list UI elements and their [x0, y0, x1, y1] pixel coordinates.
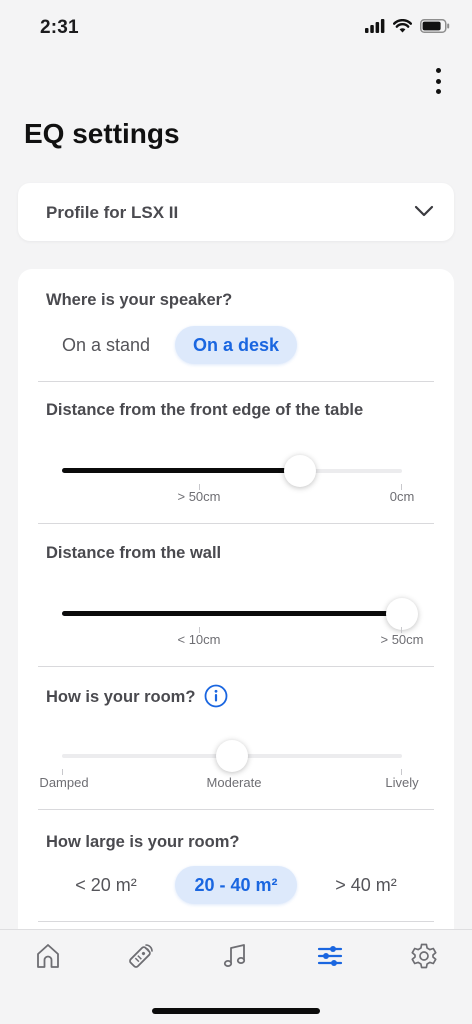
status-icons — [365, 19, 450, 38]
more-dot-icon — [435, 68, 441, 73]
table-distance-slider[interactable] — [62, 454, 402, 488]
table-distance-title: Distance from the front edge of the tabl… — [46, 401, 364, 419]
cellular-signal-icon — [365, 19, 385, 38]
divider — [38, 809, 434, 810]
divider — [38, 523, 434, 524]
room-moderate-label: Moderate — [206, 775, 262, 790]
tab-eq[interactable] — [310, 942, 350, 974]
slider-fill — [62, 611, 402, 616]
speaker-location-question: Where is your speaker? — [46, 291, 233, 309]
info-icon[interactable] — [204, 684, 228, 713]
option-room-large[interactable]: > 40 m² — [316, 866, 416, 904]
status-time: 2:31 — [40, 17, 79, 38]
more-options-button[interactable] — [430, 68, 446, 94]
slider-fill — [62, 468, 300, 473]
slider-thumb[interactable] — [216, 740, 248, 772]
room-size-question: How large is your room? — [46, 833, 240, 851]
status-bar: 2:31 — [0, 0, 472, 56]
remote-icon — [126, 941, 156, 976]
divider — [38, 921, 434, 922]
option-on-a-stand[interactable]: On a stand — [48, 326, 164, 364]
more-dot-icon — [435, 89, 441, 94]
tab-music[interactable] — [215, 942, 255, 974]
wall-distance-max-label: > 50cm — [380, 632, 424, 647]
battery-icon — [420, 19, 450, 38]
wifi-icon — [393, 19, 412, 38]
room-acoustics-title: How is your room? — [46, 688, 196, 706]
divider — [38, 381, 434, 382]
option-on-a-desk[interactable]: On a desk — [175, 326, 297, 364]
profile-dropdown[interactable]: Profile for LSX II — [18, 183, 454, 241]
table-distance-min-label: > 50cm — [177, 489, 221, 504]
more-dot-icon — [435, 78, 441, 84]
option-room-small[interactable]: < 20 m² — [56, 866, 156, 904]
wall-distance-title: Distance from the wall — [46, 544, 222, 562]
tab-settings[interactable] — [404, 942, 444, 974]
room-acoustics-slider[interactable] — [62, 739, 402, 773]
settings-gear-icon — [410, 942, 438, 975]
music-icon — [222, 942, 248, 975]
eq-sliders-icon — [317, 942, 343, 975]
home-icon — [35, 942, 61, 975]
wall-distance-min-label: < 10cm — [177, 632, 221, 647]
option-room-medium[interactable]: 20 - 40 m² — [175, 866, 297, 904]
room-damped-label: Damped — [39, 775, 89, 790]
table-distance-max-label: 0cm — [389, 489, 415, 504]
divider — [38, 666, 434, 667]
slider-thumb[interactable] — [284, 455, 316, 487]
page-title: EQ settings — [24, 118, 180, 149]
slider-thumb[interactable] — [386, 598, 418, 630]
wall-distance-slider[interactable] — [62, 597, 418, 631]
profile-label: Profile for LSX II — [46, 203, 179, 222]
chevron-down-icon — [414, 204, 434, 223]
tab-home[interactable] — [28, 942, 68, 974]
eq-settings-card: Where is your speaker? On a stand On a d… — [18, 269, 454, 969]
tab-remote[interactable] — [121, 942, 161, 974]
room-lively-label: Lively — [385, 775, 419, 790]
home-indicator — [152, 1008, 320, 1014]
